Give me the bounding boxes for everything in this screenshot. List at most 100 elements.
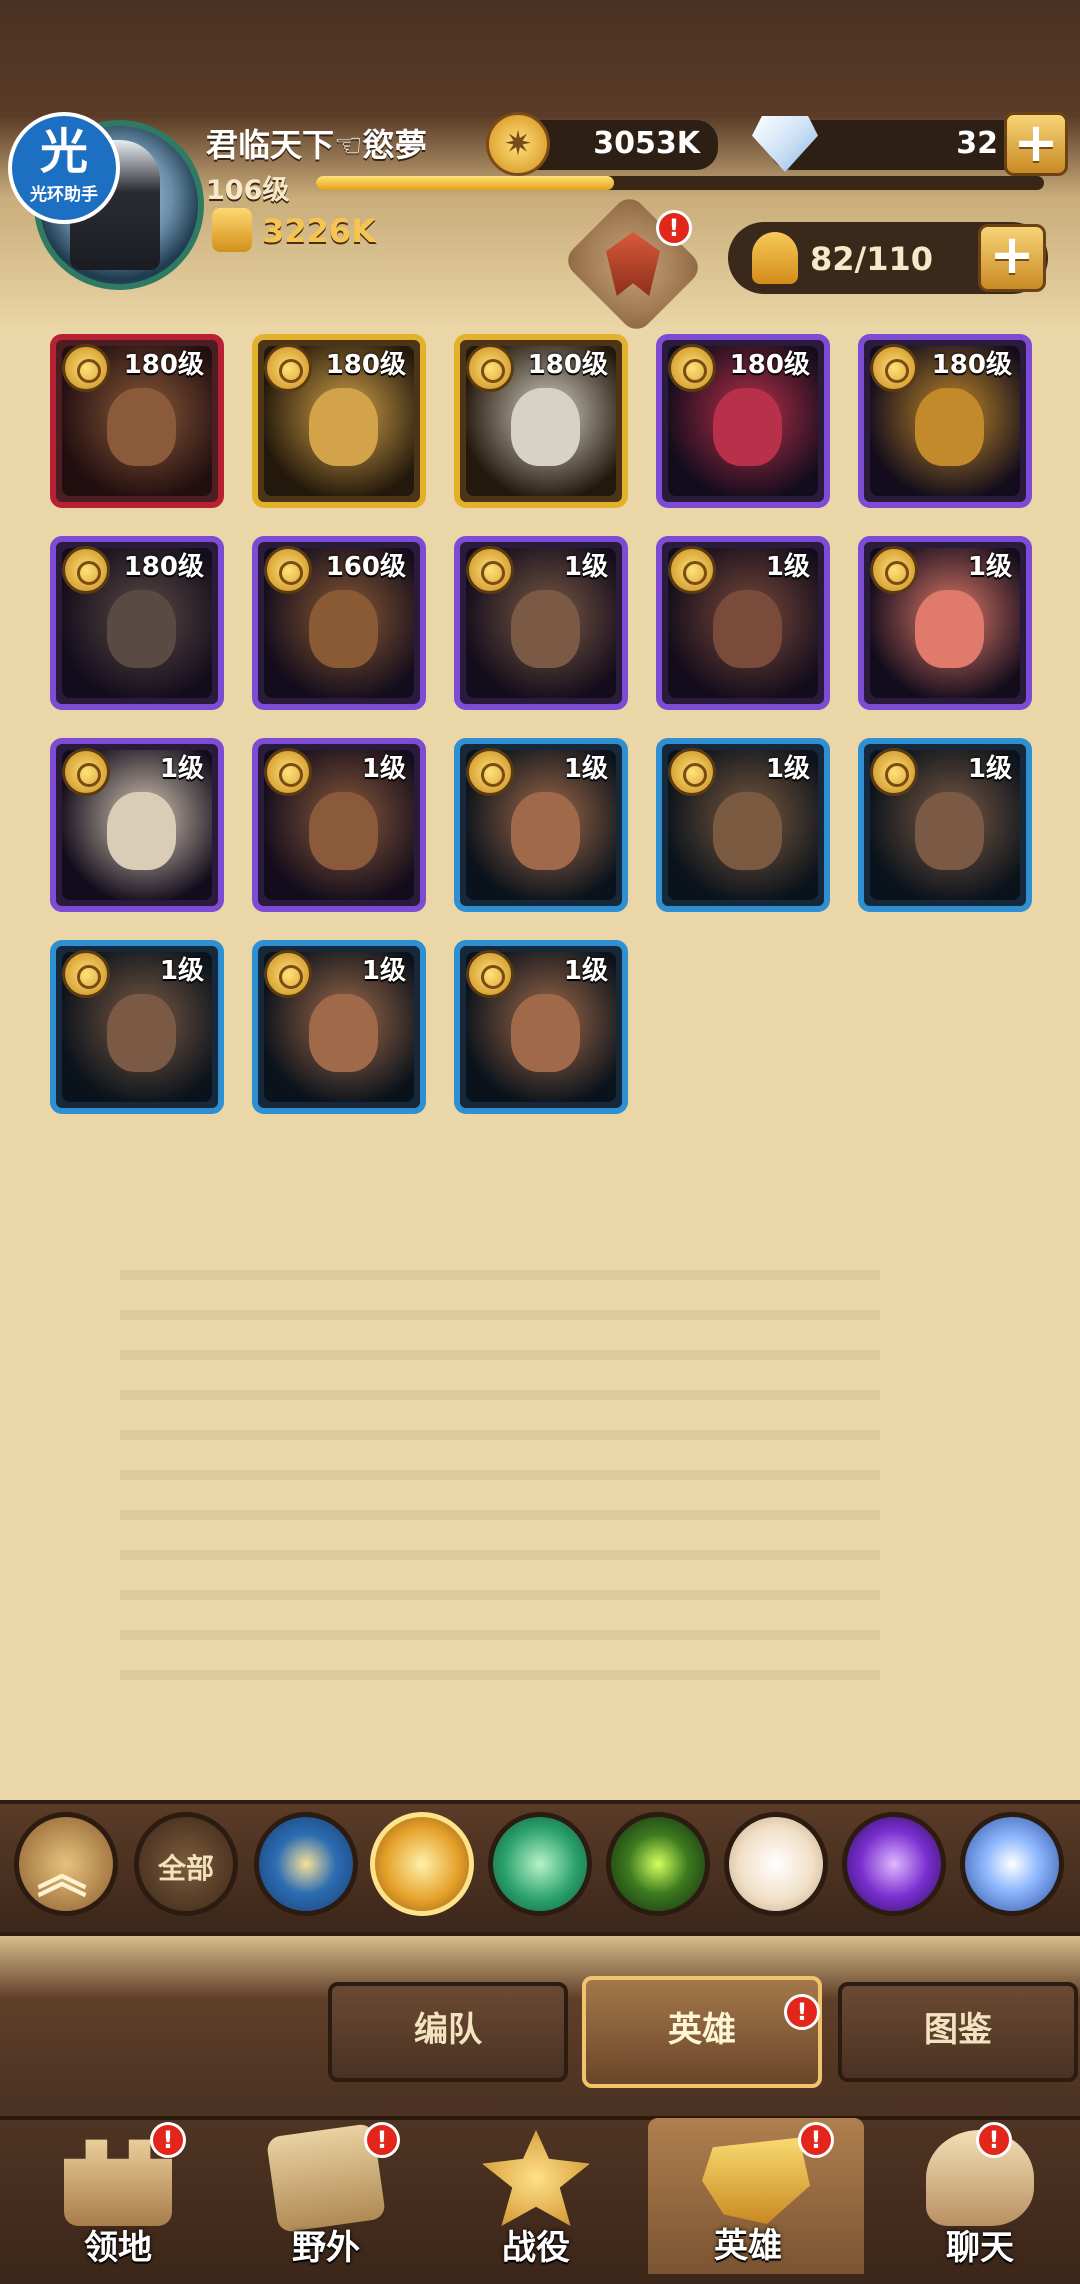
faction-icon <box>264 344 312 392</box>
xp-bar-fill <box>316 176 615 190</box>
hero-face <box>915 590 984 668</box>
hero-face <box>915 792 984 870</box>
player-level: 106级 <box>206 175 290 206</box>
nav-chat-alert-icon: ! <box>976 2122 1012 2158</box>
hero-card[interactable]: 1级 <box>858 536 1032 710</box>
hero-card[interactable]: 1级 <box>656 536 830 710</box>
hero-level: 180级 <box>729 350 810 380</box>
hero-card[interactable]: 180级 <box>656 334 830 508</box>
hero-face <box>713 590 782 668</box>
nav-territory[interactable]: 领地 <box>18 2120 218 2276</box>
hero-card[interactable]: 1级 <box>50 940 224 1114</box>
faction-icon <box>466 344 514 392</box>
medal-alert-icon: ! <box>656 210 692 246</box>
hero-level: 180级 <box>527 350 608 380</box>
hero-face <box>309 994 378 1072</box>
tab-hero-alert-icon: ! <box>784 1994 820 2030</box>
filter-all-label: 全部 <box>157 1852 214 1885</box>
hero-card[interactable]: 1级 <box>858 738 1032 912</box>
hero-level: 1级 <box>563 956 608 986</box>
buy-gems-button[interactable]: + <box>1004 112 1068 176</box>
tab-hero[interactable]: 英雄 <box>582 1976 822 2088</box>
hero-level: 1级 <box>967 754 1012 784</box>
hero-card[interactable]: 1级 <box>252 738 426 912</box>
faction-icon <box>668 748 716 796</box>
hero-face <box>713 388 782 466</box>
power-value: 3226K <box>262 212 376 250</box>
hero-level: 1级 <box>765 552 810 582</box>
faction-icon <box>466 950 514 998</box>
faction-icon <box>870 344 918 392</box>
faction-icon <box>264 748 312 796</box>
filter-dark-faction-icon[interactable] <box>842 1812 946 1916</box>
hero-card[interactable]: 180级 <box>858 334 1032 508</box>
nav-wild-label: 野外 <box>292 2228 360 2268</box>
faction-icon <box>62 748 110 796</box>
hero-level: 180级 <box>931 350 1012 380</box>
hero-card[interactable]: 160级 <box>252 536 426 710</box>
faction-icon <box>62 344 110 392</box>
faction-icon <box>466 748 514 796</box>
faction-icon <box>668 344 716 392</box>
hero-card[interactable]: 1级 <box>454 536 628 710</box>
filter-gold-faction-icon[interactable] <box>370 1812 474 1916</box>
fist-icon <box>212 208 252 252</box>
faction-icon <box>870 748 918 796</box>
badge-glyph: 光 <box>39 124 88 180</box>
hero-level: 1级 <box>159 754 204 784</box>
hero-card[interactable]: 1级 <box>454 940 628 1114</box>
nav-chat-label: 聊天 <box>946 2228 1014 2268</box>
hero-card[interactable]: 180级 <box>454 334 628 508</box>
collapse-filter-button[interactable]: ︽ <box>14 1812 118 1916</box>
helper-badge: 光 光环助手 <box>8 112 120 224</box>
hero-level: 1级 <box>967 552 1012 582</box>
tab-team[interactable]: 编队 <box>328 1982 568 2082</box>
faction-icon <box>466 546 514 594</box>
hero-face <box>309 590 378 668</box>
filter-tech-faction-icon[interactable] <box>960 1812 1064 1916</box>
nav-campaign-label: 战役 <box>502 2228 570 2268</box>
hero-level: 1级 <box>361 754 406 784</box>
gold-value: 3053K <box>593 126 700 161</box>
faction-icon <box>668 546 716 594</box>
hero-card[interactable]: 180级 <box>50 536 224 710</box>
faction-icon <box>870 546 918 594</box>
nav-hero-alert-icon: ! <box>798 2122 834 2158</box>
hero-face <box>309 792 378 870</box>
faction-icon <box>62 950 110 998</box>
hero-face <box>107 994 176 1072</box>
hero-level: 180级 <box>325 350 406 380</box>
faction-icon <box>62 546 110 594</box>
xp-bar <box>316 176 1044 190</box>
hero-level: 1级 <box>361 956 406 986</box>
hero-card[interactable]: 180级 <box>252 334 426 508</box>
filter-all-button[interactable]: 全部 <box>134 1812 238 1916</box>
player-name: 君临天下☜慾夢 <box>206 126 427 164</box>
hero-level: 180级 <box>123 350 204 380</box>
hero-face <box>107 388 176 466</box>
hero-card[interactable]: 1级 <box>454 738 628 912</box>
hero-face <box>511 590 580 668</box>
filter-eye-faction-icon[interactable] <box>606 1812 710 1916</box>
nav-wild-alert-icon: ! <box>364 2122 400 2158</box>
expand-slots-button[interactable]: + <box>978 224 1046 292</box>
filter-star-faction-icon[interactable] <box>254 1812 358 1916</box>
filter-leaf-faction-icon[interactable] <box>488 1812 592 1916</box>
hero-slot-value: 82/110 <box>810 240 934 278</box>
faction-icon <box>264 546 312 594</box>
hero-level: 180级 <box>123 552 204 582</box>
hero-card[interactable]: 1级 <box>252 940 426 1114</box>
hero-face <box>511 994 580 1072</box>
filter-light-faction-icon[interactable] <box>724 1812 828 1916</box>
helmet-icon <box>702 2137 810 2224</box>
nav-campaign[interactable]: 战役 <box>436 2120 636 2276</box>
hero-face <box>915 388 984 466</box>
tab-codex[interactable]: 图鉴 <box>838 1982 1078 2082</box>
hero-level: 1级 <box>765 754 810 784</box>
nav-territory-label: 领地 <box>84 2228 152 2268</box>
hero-face <box>107 792 176 870</box>
hero-card[interactable]: 1级 <box>656 738 830 912</box>
person-icon <box>752 232 798 284</box>
hero-card[interactable]: 180级 <box>50 334 224 508</box>
hero-card[interactable]: 1级 <box>50 738 224 912</box>
